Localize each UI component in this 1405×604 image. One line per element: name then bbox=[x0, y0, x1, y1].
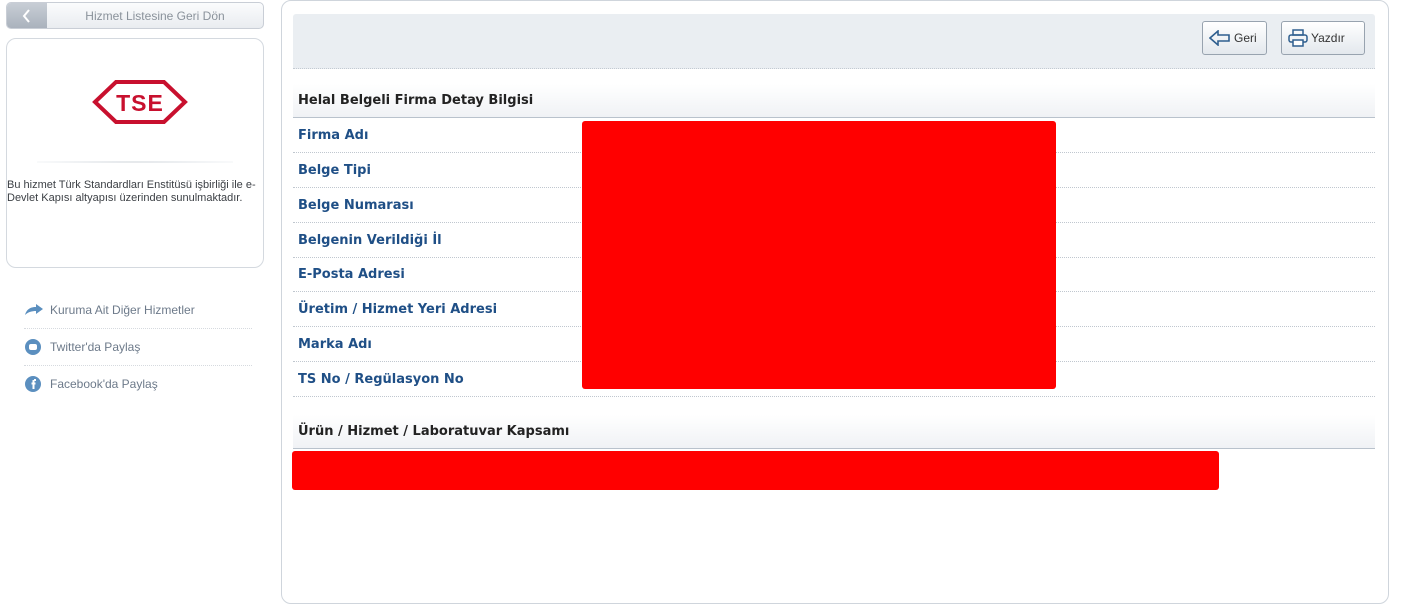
redacted-values-block bbox=[582, 121, 1056, 389]
other-services-label: Kuruma Ait Diğer Hizmetler bbox=[50, 303, 195, 317]
service-info-text: Bu hizmet Türk Standardları Enstitüsü iş… bbox=[7, 179, 256, 204]
svg-text:TSE: TSE bbox=[116, 90, 164, 116]
back-arrow-icon bbox=[1209, 30, 1230, 46]
action-toolbar: Geri Yazdır bbox=[293, 14, 1375, 69]
arrow-share-icon bbox=[24, 302, 44, 318]
other-services-link[interactable]: Kuruma Ait Diğer Hizmetler bbox=[24, 292, 252, 329]
printer-icon bbox=[1288, 29, 1308, 47]
back-button[interactable]: Geri bbox=[1202, 21, 1267, 55]
back-to-service-list-label: Hizmet Listesine Geri Dön bbox=[85, 8, 225, 23]
facebook-share-link[interactable]: Facebook'da Paylaş bbox=[24, 366, 252, 402]
tse-logo: TSE bbox=[92, 80, 188, 124]
back-to-service-list-button[interactable]: Hizmet Listesine Geri Dön bbox=[6, 2, 264, 29]
logo-divider bbox=[37, 161, 233, 163]
twitter-share-link[interactable]: Twitter'da Paylaş bbox=[24, 329, 252, 366]
chevron-left-icon bbox=[7, 3, 47, 28]
twitter-share-label: Twitter'da Paylaş bbox=[50, 340, 141, 354]
facebook-icon bbox=[24, 376, 44, 392]
back-button-label: Geri bbox=[1234, 31, 1257, 45]
redacted-scope-block bbox=[292, 451, 1219, 490]
print-button-label: Yazdır bbox=[1311, 31, 1345, 45]
facebook-share-label: Facebook'da Paylaş bbox=[50, 377, 158, 391]
side-links: Kuruma Ait Diğer Hizmetler Twitter'da Pa… bbox=[24, 292, 252, 402]
scope-section-title: Ürün / Hizmet / Laboratuvar Kapsamı bbox=[293, 415, 1375, 449]
print-button[interactable]: Yazdır bbox=[1281, 21, 1365, 55]
agency-info-box: TSE Bu hizmet Türk Standardları Enstitüs… bbox=[6, 38, 264, 268]
twitter-icon bbox=[24, 339, 44, 355]
detail-section-title: Helal Belgeli Firma Detay Bilgisi bbox=[293, 84, 1375, 118]
